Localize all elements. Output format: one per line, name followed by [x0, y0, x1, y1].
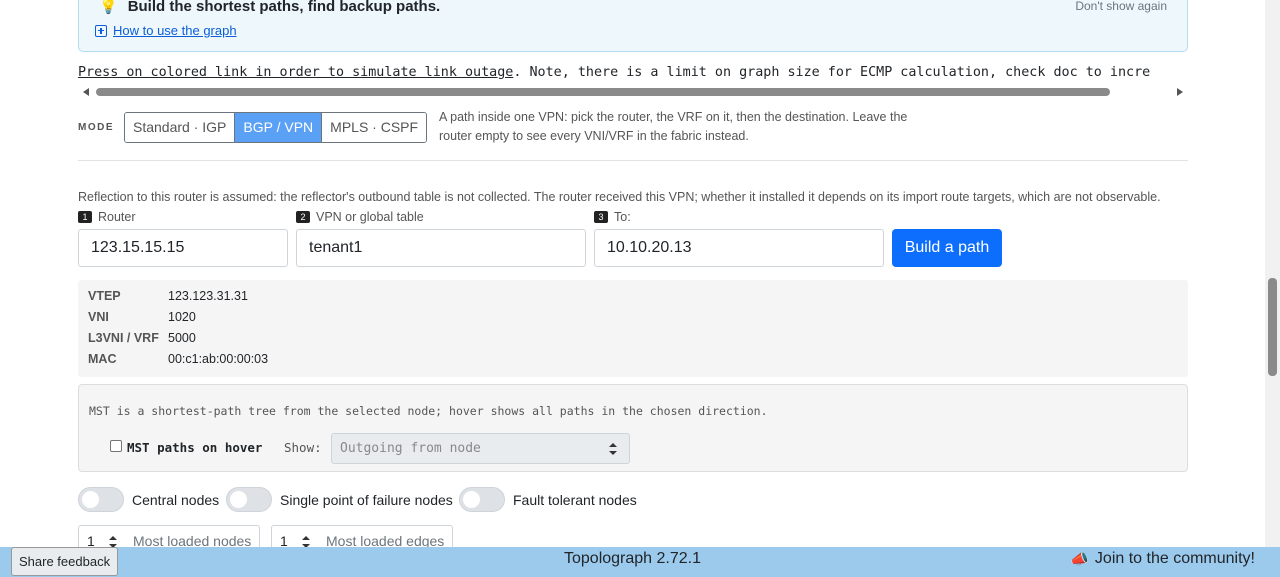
step-badge: 1 [78, 211, 92, 223]
vpn-input[interactable]: tenant1 [296, 229, 586, 267]
outage-notice-rest: . Note, there is a limit on graph size f… [513, 65, 1151, 80]
scroll-right-icon[interactable] [1177, 88, 1183, 96]
scrollbar-thumb[interactable] [96, 88, 1110, 96]
megaphone-icon: 📣 [1070, 551, 1089, 568]
spof-label: Single point of failure nodes [280, 491, 453, 508]
fault-tolerant-toggle-row[interactable]: Fault tolerant nodes [459, 487, 637, 512]
router-input[interactable]: 123.15.15.15 [78, 229, 288, 267]
plus-square-icon [95, 24, 107, 37]
info-row: VTEP 123.123.31.31 [88, 289, 248, 303]
info-key: VTEP [88, 289, 121, 303]
central-nodes-switch[interactable] [78, 487, 124, 512]
spof-switch[interactable] [226, 487, 272, 512]
how-to-use-link[interactable]: How to use the graph [113, 23, 237, 38]
step-badge: 2 [296, 211, 310, 223]
join-community-link[interactable]: 📣 Join to the community! [1070, 550, 1255, 568]
info-key: L3VNI / VRF [88, 331, 159, 345]
mode-label: MODE [78, 122, 114, 133]
tip-title-text: Build the shortest paths, find backup pa… [127, 0, 441, 15]
mst-direction-value: Outgoing from node [340, 441, 481, 456]
build-path-button[interactable]: Build a path [892, 229, 1002, 267]
scroll-left-icon[interactable] [83, 88, 89, 96]
to-label: 3 To: [594, 210, 631, 224]
reflection-note: Reflection to this router is assumed: th… [78, 190, 1161, 204]
router-label: 1 Router [78, 210, 136, 224]
outage-notice: Press on colored link in order to simula… [78, 65, 1188, 80]
join-community-text: Join to the community! [1094, 550, 1255, 567]
footer-bar: Topolograph 2.72.1 Share feedback 📣 Join… [0, 547, 1280, 577]
vpn-info-panel: VTEP 123.123.31.31 VNI 1020 L3VNI / VRF … [78, 280, 1188, 377]
outage-notice-link[interactable]: Press on colored link in order to simula… [78, 65, 513, 80]
mst-direction-select[interactable]: Outgoing from node [331, 433, 630, 464]
share-feedback-button[interactable]: Share feedback [11, 547, 119, 576]
tip-title: 💡 Build the shortest paths, find backup … [99, 0, 440, 15]
fault-tolerant-switch[interactable] [459, 487, 505, 512]
mode-selector: Standard · IGP BGP / VPN MPLS · CSPF [124, 112, 428, 143]
info-key: MAC [88, 352, 117, 366]
mst-hover-checkbox[interactable] [110, 440, 122, 452]
to-label-text: To: [614, 210, 631, 224]
mode-mpls-button[interactable]: MPLS · CSPF [322, 113, 427, 142]
lightbulb-icon: 💡 [99, 0, 118, 15]
mst-description: MST is a shortest-path tree from the sel… [89, 404, 768, 418]
vpn-label-text: VPN or global table [316, 210, 424, 224]
how-to-use-toggle[interactable]: How to use the graph [95, 23, 237, 38]
tip-box: 💡 Build the shortest paths, find backup … [78, 0, 1188, 52]
step-badge: 3 [594, 211, 608, 223]
info-row: VNI 1020 [88, 310, 196, 324]
info-value: 5000 [168, 331, 196, 345]
vertical-scrollbar-thumb[interactable] [1268, 278, 1277, 376]
vpn-label: 2 VPN or global table [296, 210, 424, 224]
fault-tolerant-label: Fault tolerant nodes [513, 491, 637, 508]
divider [78, 160, 1188, 161]
info-value: 1020 [168, 310, 196, 324]
central-nodes-toggle-row[interactable]: Central nodes [78, 487, 219, 512]
info-value: 123.123.31.31 [168, 289, 248, 303]
mode-igp-button[interactable]: Standard · IGP [125, 113, 236, 142]
select-arrows-icon [609, 443, 617, 455]
info-value: 00:c1:ab:00:00:03 [168, 352, 269, 366]
spof-toggle-row[interactable]: Single point of failure nodes [226, 487, 453, 512]
central-nodes-label: Central nodes [132, 491, 220, 508]
router-label-text: Router [98, 210, 136, 224]
mode-help-text: A path inside one VPN: pick the router, … [439, 110, 908, 143]
info-row: MAC 00:c1:ab:00:00:03 [88, 352, 268, 366]
destination-input[interactable]: 10.10.20.13 [594, 229, 884, 267]
dont-show-again-link[interactable]: Don't show again [1075, 0, 1167, 13]
horizontal-scrollbar[interactable] [78, 85, 1188, 99]
mst-hover-label[interactable]: MST paths on hover [127, 440, 262, 455]
vertical-scrollbar[interactable] [1265, 0, 1280, 547]
mst-panel: MST is a shortest-path tree from the sel… [78, 384, 1188, 472]
mode-bgp-vpn-button[interactable]: BGP / VPN [235, 113, 323, 142]
info-row: L3VNI / VRF 5000 [88, 331, 196, 345]
info-key: VNI [88, 310, 109, 324]
show-label: Show: [284, 440, 322, 455]
